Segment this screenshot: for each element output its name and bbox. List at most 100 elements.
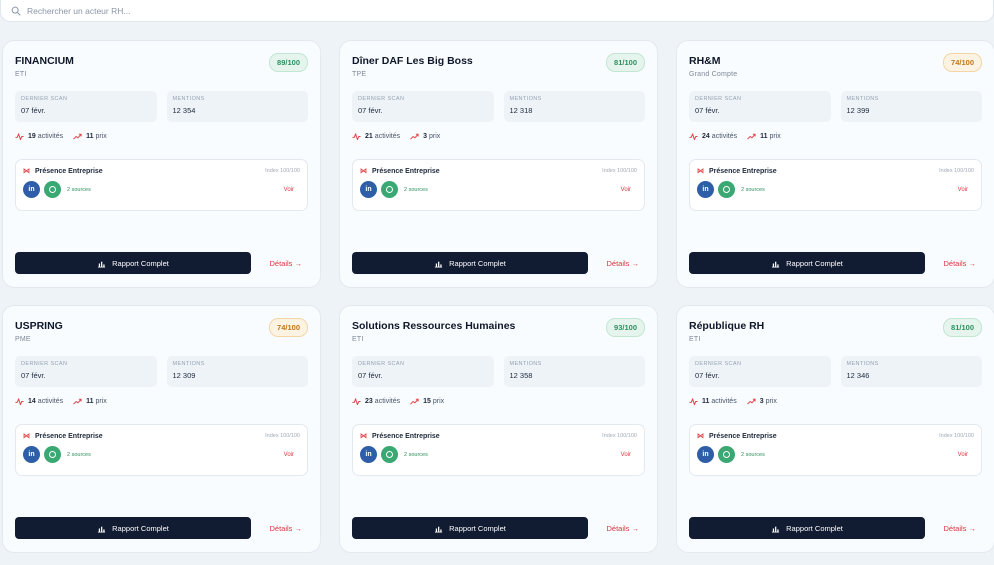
prices-label: prix	[769, 133, 781, 140]
globe-icon[interactable]	[44, 446, 61, 463]
last-scan-value: 07 févr.	[695, 371, 720, 380]
details-link[interactable]: Détails →	[943, 259, 976, 268]
globe-icon[interactable]	[381, 181, 398, 198]
actor-card: FINANCIUM ETI 89/100 DERNIER SCAN 07 fév…	[2, 40, 321, 288]
activities-label: activités	[37, 398, 64, 405]
mentions-box: MENTIONS 12 354	[166, 91, 308, 122]
report-button[interactable]: Rapport Complet	[352, 252, 588, 274]
sources-count: 2 sources	[741, 451, 765, 458]
activities-count: 23	[365, 398, 373, 405]
report-button[interactable]: Rapport Complet	[15, 252, 251, 274]
presence-label: Présence Entreprise	[709, 167, 777, 175]
activity-icon	[15, 398, 24, 406]
linkedin-icon[interactable]: in	[360, 181, 377, 198]
prices-count: 3	[759, 398, 764, 405]
presence-label: Présence Entreprise	[35, 432, 103, 440]
mentions-box: MENTIONS 12 346	[840, 356, 982, 387]
activities-stat: 19 activités	[15, 132, 63, 141]
presence-index: Index 100/100	[939, 168, 974, 174]
search-bar[interactable]	[0, 0, 994, 22]
details-link[interactable]: Détails →	[606, 524, 639, 533]
activities-stat: 24 activités	[689, 132, 737, 141]
presence-icon: ⋈	[23, 168, 30, 175]
actor-name: USPRING	[15, 320, 63, 332]
bar-chart-icon	[772, 261, 780, 268]
actor-category: ETI	[352, 336, 364, 343]
report-label: Rapport Complet	[449, 523, 506, 533]
linkedin-glyph: in	[365, 186, 372, 193]
linkedin-glyph: in	[702, 451, 709, 458]
presence-label: Présence Entreprise	[709, 432, 777, 440]
last-scan-label: DERNIER SCAN	[21, 96, 68, 102]
trend-up-icon	[410, 398, 419, 405]
mentions-value: 12 354	[172, 106, 196, 115]
activities-count: 14	[28, 398, 36, 405]
globe-icon[interactable]	[44, 181, 61, 198]
report-label: Rapport Complet	[112, 523, 169, 533]
actor-category: PME	[15, 336, 31, 343]
mentions-value: 12 358	[509, 371, 533, 380]
sources-count: 2 sources	[404, 186, 428, 193]
voir-link[interactable]: Voir	[284, 187, 294, 193]
last-scan-box: DERNIER SCAN 07 févr.	[352, 356, 494, 387]
voir-link[interactable]: Voir	[958, 187, 968, 193]
presence-label: Présence Entreprise	[372, 167, 440, 175]
activity-icon	[15, 133, 24, 141]
prices-label: prix	[429, 133, 441, 140]
trend-up-icon	[746, 398, 756, 405]
presence-index: Index 100/100	[602, 433, 637, 439]
linkedin-icon[interactable]: in	[23, 181, 40, 198]
last-scan-value: 07 févr.	[358, 371, 383, 380]
actor-card: Solutions Ressources Humaines ETI 93/100…	[339, 305, 658, 553]
mentions-value: 12 399	[846, 106, 870, 115]
report-button[interactable]: Rapport Complet	[689, 252, 925, 274]
voir-link[interactable]: Voir	[621, 187, 631, 193]
report-button[interactable]: Rapport Complet	[352, 517, 588, 539]
prices-label: prix	[95, 133, 107, 140]
presence-panel: ⋈ Présence Entreprise Index 100/100 in 2…	[352, 424, 645, 476]
prices-stat: 11 prix	[73, 132, 107, 141]
presence-label: Présence Entreprise	[372, 432, 440, 440]
prices-stat: 15 prix	[410, 397, 444, 406]
mentions-box: MENTIONS 12 358	[503, 356, 645, 387]
voir-link[interactable]: Voir	[621, 452, 631, 458]
linkedin-icon[interactable]: in	[697, 446, 714, 463]
prices-count: 15	[423, 398, 431, 405]
linkedin-icon[interactable]: in	[697, 181, 714, 198]
globe-icon[interactable]	[718, 181, 735, 198]
details-link[interactable]: Détails →	[269, 259, 302, 268]
details-link[interactable]: Détails →	[606, 259, 639, 268]
mentions-label: MENTIONS	[846, 96, 879, 102]
globe-icon[interactable]	[381, 446, 398, 463]
globe-icon[interactable]	[718, 446, 735, 463]
last-scan-box: DERNIER SCAN 07 févr.	[689, 91, 831, 122]
activities-stat: 11 activités	[689, 397, 737, 406]
actor-category: TPE	[352, 71, 367, 78]
presence-index: Index 100/100	[265, 168, 300, 174]
report-button[interactable]: Rapport Complet	[689, 517, 925, 539]
prices-label: prix	[432, 398, 445, 405]
report-button[interactable]: Rapport Complet	[15, 517, 251, 539]
details-link[interactable]: Détails →	[269, 524, 302, 533]
presence-panel: ⋈ Présence Entreprise Index 100/100 in 2…	[352, 159, 645, 211]
sources-count: 2 sources	[67, 186, 91, 193]
prices-count: 3	[423, 133, 427, 140]
mentions-label: MENTIONS	[172, 96, 205, 102]
prices-label: prix	[95, 398, 107, 405]
search-input[interactable]	[27, 5, 427, 16]
sources-count: 2 sources	[67, 451, 91, 458]
linkedin-icon[interactable]: in	[360, 446, 377, 463]
actor-name: Solutions Ressources Humaines	[352, 320, 516, 332]
actor-card: USPRING PME 74/100 DERNIER SCAN 07 févr.…	[2, 305, 321, 553]
linkedin-glyph: in	[28, 186, 35, 193]
presence-panel: ⋈ Présence Entreprise Index 100/100 in 2…	[689, 424, 982, 476]
activity-icon	[352, 398, 361, 406]
trend-up-icon	[73, 133, 82, 140]
voir-link[interactable]: Voir	[958, 452, 968, 458]
linkedin-icon[interactable]: in	[23, 446, 40, 463]
mentions-box: MENTIONS 12 318	[503, 91, 645, 122]
details-link[interactable]: Détails →	[943, 524, 976, 533]
voir-link[interactable]: Voir	[284, 452, 294, 458]
actor-grid: FINANCIUM ETI 89/100 DERNIER SCAN 07 fév…	[2, 40, 994, 553]
activities-count: 24	[702, 133, 710, 140]
